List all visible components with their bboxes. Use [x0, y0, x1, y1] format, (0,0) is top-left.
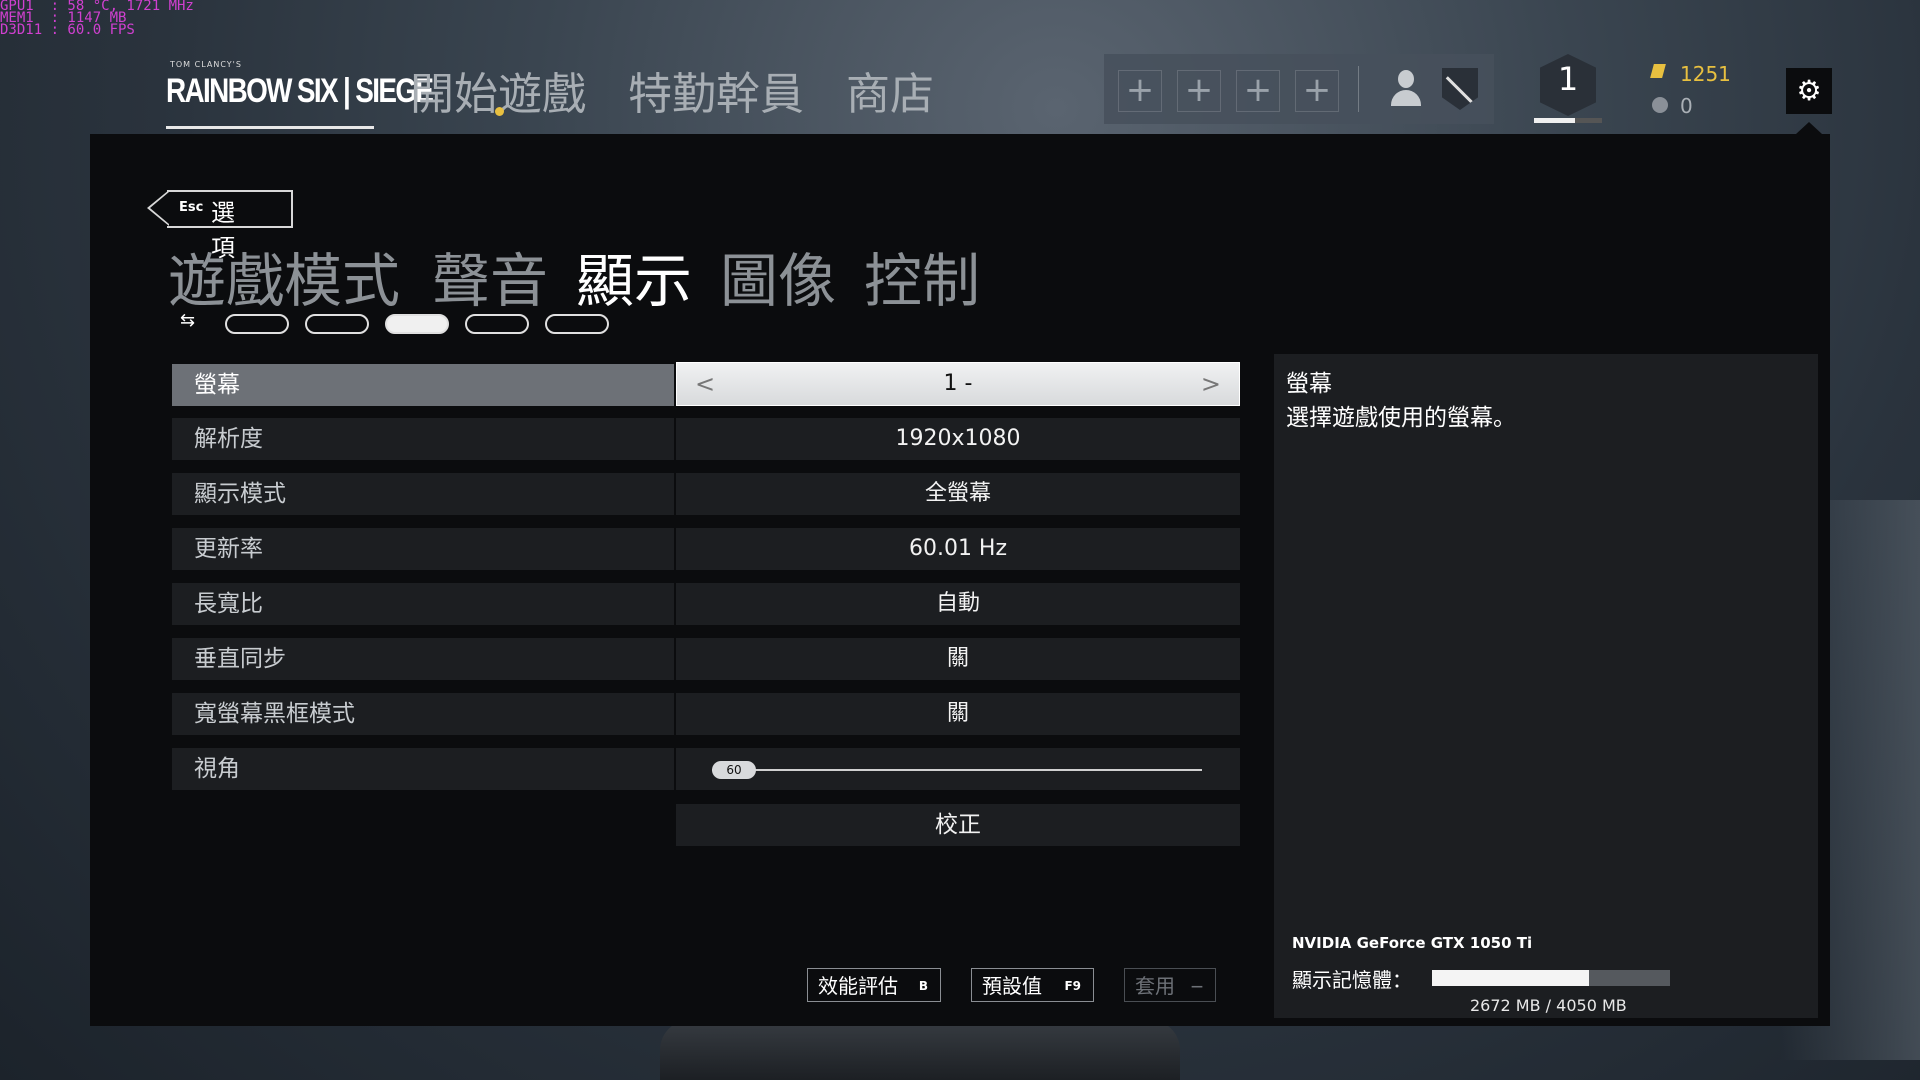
setting-value-selector[interactable]: < 1 - > — [676, 362, 1240, 406]
setting-value: 1 - — [943, 371, 973, 396]
setting-row-refresh-rate[interactable]: 更新率 60.01 Hz — [172, 528, 1240, 570]
game-logo[interactable]: TOM CLANCY'S RAINBOW SIX | SIEGE — [166, 56, 434, 129]
setting-label: 視角 — [172, 748, 674, 790]
performance-overlay: GPU1 : 58 °C, 1721 MHz MEM1 : 1147 MB D3… — [0, 0, 194, 38]
apply-key: — — [1191, 979, 1203, 993]
background-operator — [660, 1020, 1180, 1080]
overlay-fps: D3D11 : 60.0 FPS — [0, 22, 135, 38]
setting-label: 寬螢幕黑框模式 — [172, 693, 674, 735]
vram-usage-bar — [1432, 970, 1670, 986]
settings-gear-button[interactable]: ⚙ — [1786, 68, 1832, 114]
back-key-hint: Esc — [179, 200, 204, 215]
setting-row-resolution[interactable]: 解析度 1920x1080 — [172, 418, 1240, 460]
info-title: 螢幕 — [1286, 371, 1332, 397]
setting-row-letterbox[interactable]: 寬螢幕黑框模式 關 — [172, 693, 1240, 735]
settings-caret-icon — [1796, 122, 1822, 134]
setting-row-vsync[interactable]: 垂直同步 關 — [172, 638, 1240, 680]
setting-value[interactable]: 全螢幕 — [676, 473, 1240, 515]
setting-label: 長寬比 — [172, 583, 674, 625]
r6-credits-icon — [1650, 64, 1666, 78]
calibrate-button[interactable]: 校正 — [676, 804, 1240, 846]
setting-value[interactable]: 自動 — [676, 583, 1240, 625]
notification-dot — [495, 107, 504, 116]
nav-shop[interactable]: 商店 — [846, 58, 934, 122]
player-level: 1 — [1557, 60, 1579, 98]
defaults-key: F9 — [1064, 979, 1081, 993]
tab-graphics[interactable]: 圖像 — [720, 234, 836, 318]
defaults-button[interactable]: 預設值 F9 — [971, 968, 1094, 1002]
setting-label: 螢幕 — [172, 364, 674, 406]
apply-button[interactable]: 套用 — — [1124, 968, 1216, 1002]
tab-audio[interactable]: 聲音 — [432, 234, 548, 318]
info-description: 選擇遊戲使用的螢幕。 — [1286, 405, 1516, 431]
page-indicator-2[interactable] — [305, 314, 369, 334]
logo-title: RAINBOW SIX | SIEGE — [166, 72, 434, 110]
fov-slider-handle[interactable]: 60 — [712, 761, 756, 779]
setting-label: 更新率 — [172, 528, 674, 570]
setting-label: 垂直同步 — [172, 638, 674, 680]
setting-row-display-mode[interactable]: 顯示模式 全螢幕 — [172, 473, 1240, 515]
setting-row-aspect-ratio[interactable]: 長寬比 自動 — [172, 583, 1240, 625]
fov-slider-track[interactable] — [712, 769, 1202, 771]
tab-display[interactable]: 顯示 — [576, 234, 692, 318]
vram-usage-text: 2672 MB / 4050 MB — [1470, 996, 1627, 1015]
prev-arrow-icon[interactable]: < — [695, 363, 715, 405]
renown-icon — [1652, 97, 1668, 113]
tab-list-icon[interactable]: ⇆ — [180, 310, 206, 334]
gpu-name: NVIDIA GeForce GTX 1050 Ti — [1292, 934, 1533, 952]
setting-value[interactable]: 60.01 Hz — [676, 528, 1240, 570]
next-arrow-icon[interactable]: > — [1201, 363, 1221, 405]
benchmark-label: 效能評估 — [818, 974, 898, 998]
setting-row-fov[interactable]: 視角 60 — [172, 748, 1240, 790]
renown-value[interactable]: 0 — [1680, 94, 1693, 118]
nav-operators[interactable]: 特勤幹員 — [628, 58, 804, 122]
defaults-label: 預設值 — [982, 974, 1042, 998]
level-progress-bar — [1534, 118, 1602, 123]
r6-credits-value[interactable]: 1251 — [1680, 62, 1731, 86]
fov-slider-container: 60 — [676, 748, 1240, 790]
clan-badge-icon[interactable] — [1442, 68, 1478, 110]
benchmark-button[interactable]: 效能評估 B — [807, 968, 941, 1002]
squad-panel: + + + + — [1104, 54, 1494, 124]
apply-label: 套用 — [1135, 974, 1175, 998]
page-indicator-4[interactable] — [465, 314, 529, 334]
squad-divider — [1358, 66, 1359, 112]
setting-row-monitor[interactable]: 螢幕 < 1 - > — [172, 362, 1240, 406]
squad-slot-1[interactable]: + — [1118, 70, 1162, 112]
setting-value[interactable]: 關 — [676, 693, 1240, 735]
page-indicator-1[interactable] — [225, 314, 289, 334]
tab-controls[interactable]: 控制 — [864, 234, 980, 318]
page-indicator-5[interactable] — [545, 314, 609, 334]
vram-label: 顯示記憶體： — [1292, 968, 1412, 992]
tab-gameplay[interactable]: 遊戲模式 — [168, 234, 400, 318]
squad-slot-2[interactable]: + — [1177, 70, 1221, 112]
back-arrow-icon — [147, 190, 169, 226]
setting-value[interactable]: 1920x1080 — [676, 418, 1240, 460]
benchmark-key: B — [918, 979, 928, 993]
squad-slot-4[interactable]: + — [1295, 70, 1339, 112]
info-panel — [1274, 354, 1818, 1018]
squad-slot-3[interactable]: + — [1236, 70, 1280, 112]
setting-value[interactable]: 關 — [676, 638, 1240, 680]
logo-subtitle: TOM CLANCY'S — [170, 60, 242, 69]
setting-label: 顯示模式 — [172, 473, 674, 515]
setting-label: 解析度 — [172, 418, 674, 460]
page-indicator-3[interactable] — [385, 314, 449, 334]
user-icon[interactable] — [1388, 68, 1424, 110]
